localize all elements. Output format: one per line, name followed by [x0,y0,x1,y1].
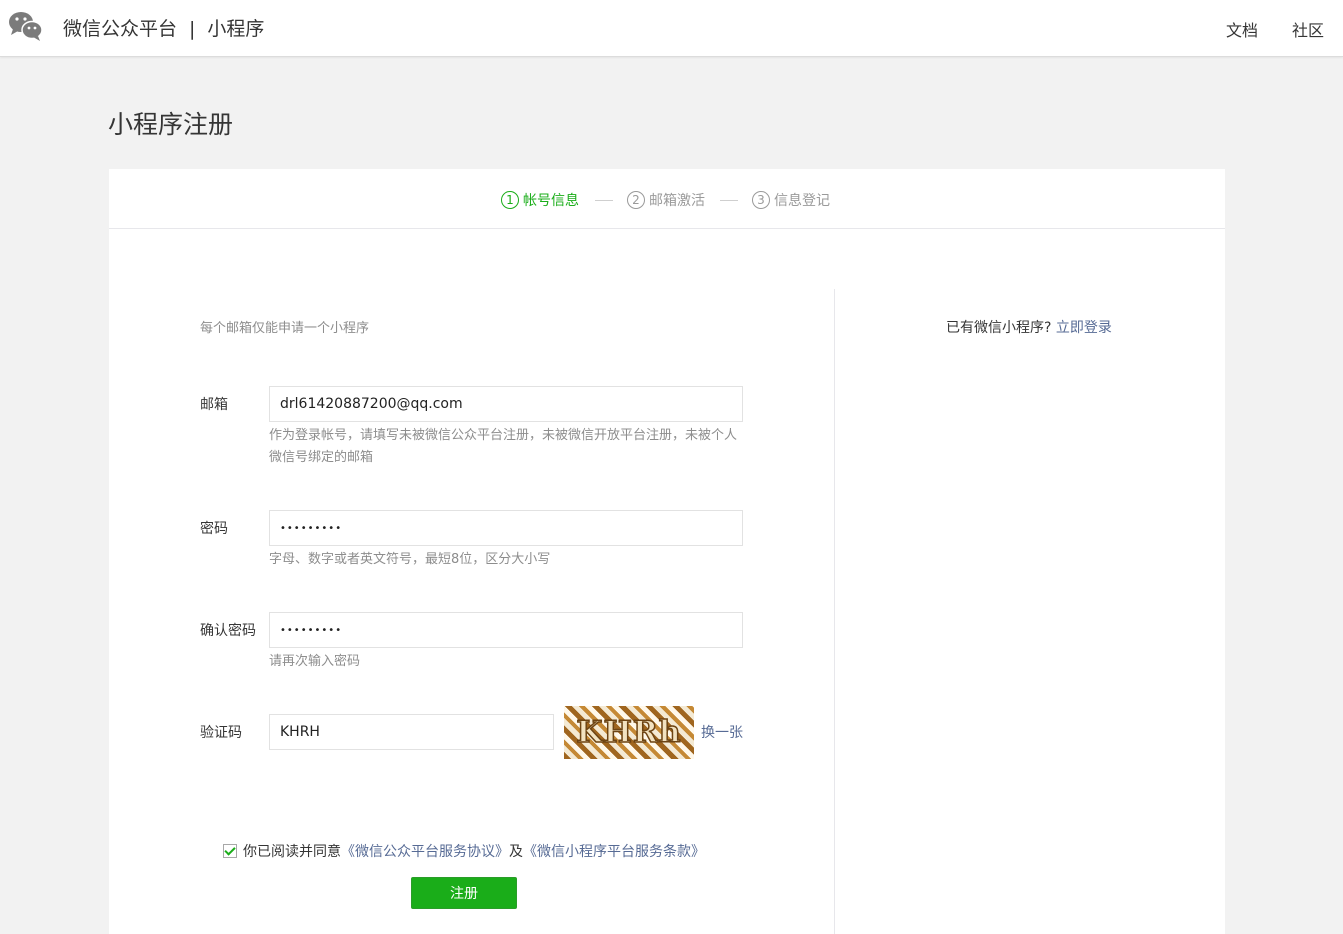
step-info-registration: 3 信息登记 [752,190,830,210]
step-account-info: 1 帐号信息 [501,190,579,210]
existing-account-tip: 已有微信小程序? 立即登录 [946,317,1112,337]
agreement-prefix: 你已阅读并同意 [243,844,341,860]
register-button[interactable]: 注册 [411,877,517,909]
email-label: 邮箱 [200,397,228,413]
registration-card: 1 帐号信息 2 邮箱激活 3 信息登记 每个邮箱仅能申请一个小程序 已有微信小… [109,169,1225,934]
email-hint: 作为登录帐号，请填写未被微信公众平台注册，未被微信开放平台注册，未被个人微信号绑… [269,428,738,465]
agreement-checkbox[interactable] [223,844,237,858]
wechat-logo-icon[interactable] [8,10,44,42]
email-input[interactable] [269,386,743,422]
captcha-refresh-link[interactable]: 换一张 [701,722,743,742]
step-number: 1 [501,191,519,209]
brand[interactable]: 微信公众平台 | 小程序 [63,14,264,41]
agreement-middle: 及 [509,844,523,860]
password-hint: 字母、数字或者英文符号，最短8位，区分大小写 [269,552,551,567]
platform-agreement-link[interactable]: 《微信公众平台服务协议》 [341,841,509,861]
step-label: 邮箱激活 [649,193,705,209]
captcha-image-text: KHRh [576,714,682,751]
brand-product: 小程序 [207,18,265,40]
confirm-password-label: 确认密码 [200,623,256,639]
step-connector [720,200,738,201]
step-indicator: 1 帐号信息 2 邮箱激活 3 信息登记 [109,169,1225,229]
step-label: 信息登记 [774,193,830,209]
captcha-label: 验证码 [200,725,242,741]
password-input[interactable] [269,510,743,546]
miniprogram-terms-link[interactable]: 《微信小程序平台服务条款》 [523,841,705,861]
password-label: 密码 [200,521,228,537]
login-now-link[interactable]: 立即登录 [1056,320,1112,336]
top-navbar: 微信公众平台 | 小程序 文档 社区 [0,0,1343,57]
step-email-activation: 2 邮箱激活 [627,190,705,210]
brand-separator: | [189,18,196,40]
nav-community-link[interactable]: 社区 [1292,17,1324,41]
form-tip: 每个邮箱仅能申请一个小程序 [200,321,370,336]
column-divider [834,289,835,934]
captcha-image[interactable]: KHRh [564,706,694,759]
step-number: 3 [752,191,770,209]
step-number: 2 [627,191,645,209]
nav-docs-link[interactable]: 文档 [1226,17,1258,41]
step-label: 帐号信息 [523,193,579,209]
brand-name: 微信公众平台 [63,18,178,40]
captcha-input[interactable] [269,714,554,750]
agreement-row: 你已阅读并同意 《微信公众平台服务协议》 及 《微信小程序平台服务条款》 [223,841,705,861]
existing-account-question: 已有微信小程序? [946,320,1052,336]
page-title: 小程序注册 [108,110,234,139]
confirm-password-hint: 请再次输入密码 [269,654,361,669]
step-connector [595,200,613,201]
confirm-password-input[interactable] [269,612,743,648]
